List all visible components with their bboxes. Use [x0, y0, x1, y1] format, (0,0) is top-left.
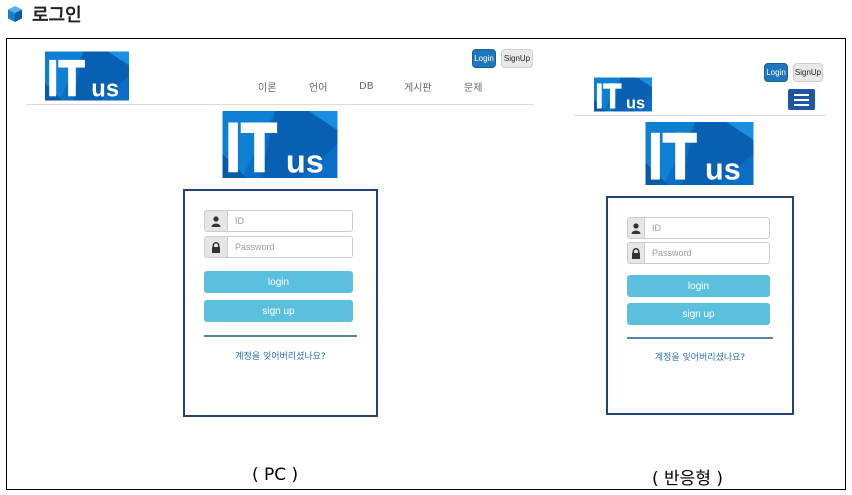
pc-caption: ( PC )	[252, 465, 299, 485]
nav-item-board[interactable]: 게시판	[404, 79, 432, 94]
nav-item-db[interactable]: DB	[359, 81, 374, 92]
pc-id-input[interactable]	[227, 210, 353, 232]
pc-main-logo	[221, 111, 339, 178]
pc-signup-button[interactable]: SignUp	[501, 49, 533, 68]
user-icon	[627, 217, 644, 239]
pc-id-field	[204, 210, 353, 232]
mobile-password-field	[627, 242, 770, 264]
pc-password-input[interactable]	[227, 236, 353, 258]
lock-icon	[627, 242, 644, 264]
nav-item-language[interactable]: 언어	[309, 79, 327, 94]
mobile-id-input[interactable]	[644, 217, 770, 239]
mobile-forgot-account-link[interactable]: 계정을 잊어버리셨나요?	[627, 350, 773, 363]
nav-item-problems[interactable]: 문제	[464, 79, 482, 94]
mobile-form-login-button[interactable]: login	[627, 275, 770, 297]
nav-item-theory[interactable]: 이론	[258, 79, 276, 94]
pc-login-button[interactable]: Login	[472, 49, 496, 68]
pc-form-signup-button[interactable]: sign up	[204, 300, 353, 322]
page-title: 로그인	[32, 5, 82, 26]
mobile-form-signup-button[interactable]: sign up	[627, 303, 770, 325]
pc-form-login-button[interactable]: login	[204, 271, 353, 293]
user-icon	[204, 210, 227, 232]
hamburger-menu-icon[interactable]	[788, 89, 815, 110]
responsive-caption: ( 반응형 )	[652, 469, 723, 489]
mobile-login-button[interactable]: Login	[764, 63, 788, 82]
mobile-nav-divider	[574, 115, 826, 116]
mobile-password-input[interactable]	[644, 242, 770, 264]
pc-form-divider	[204, 335, 357, 337]
lock-icon	[204, 236, 227, 258]
mobile-signup-button[interactable]: SignUp	[793, 63, 823, 82]
mobile-header-logo[interactable]	[594, 77, 652, 112]
pc-forgot-account-link[interactable]: 계정을 잊어버리셨나요?	[204, 349, 357, 362]
pc-password-field	[204, 236, 353, 258]
pc-header-logo[interactable]	[45, 51, 129, 101]
pc-nav-divider	[26, 104, 534, 105]
mobile-form-divider	[627, 337, 773, 339]
section-heading: 로그인	[6, 2, 82, 26]
mobile-main-logo	[643, 122, 756, 185]
mobile-id-field	[627, 217, 770, 239]
cube-icon	[8, 6, 22, 22]
